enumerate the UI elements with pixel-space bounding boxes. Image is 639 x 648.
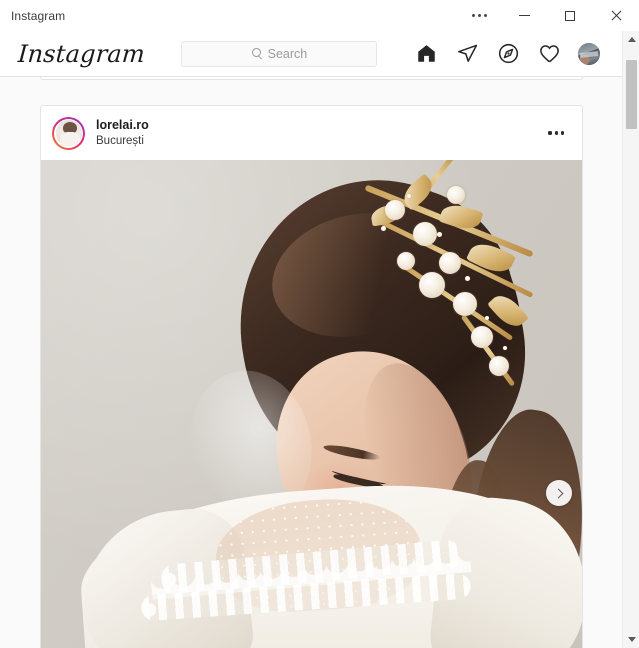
top-navigation-bar: Instagram Search xyxy=(0,31,622,77)
title-bar: Instagram xyxy=(0,0,639,31)
more-horizontal-icon xyxy=(471,14,487,17)
chevron-up-icon xyxy=(627,37,636,42)
headpiece-flower xyxy=(397,252,415,270)
post-header: lorelai.ro București xyxy=(41,106,582,160)
activity-heart-icon[interactable] xyxy=(537,42,561,66)
headpiece-flower xyxy=(419,272,445,298)
previous-post-card-edge[interactable] xyxy=(40,77,583,80)
headpiece-flower xyxy=(385,200,405,220)
window-maximize-button[interactable] xyxy=(547,0,593,31)
search-icon xyxy=(251,48,263,59)
window-more-options-button[interactable] xyxy=(457,0,501,31)
window-minimize-button[interactable] xyxy=(501,0,547,31)
avatar-dress xyxy=(59,132,80,146)
home-icon[interactable] xyxy=(414,42,438,66)
vertical-scrollbar[interactable] xyxy=(622,31,639,648)
post-location[interactable]: București xyxy=(96,134,149,149)
minimize-icon xyxy=(518,15,530,16)
direct-messages-icon[interactable] xyxy=(455,42,479,66)
scrollbar-thumb[interactable] xyxy=(626,60,637,129)
headpiece-flower xyxy=(413,222,437,246)
headpiece-flower xyxy=(489,356,509,376)
story-ring-inner xyxy=(54,118,83,148)
search-placeholder: Search xyxy=(267,46,308,61)
headpiece-flower xyxy=(471,326,493,348)
headpiece-flower xyxy=(453,292,477,316)
scroll-up-button[interactable] xyxy=(623,31,639,48)
close-icon xyxy=(610,10,622,22)
nav-icon-group xyxy=(414,42,600,66)
window-title: Instagram xyxy=(11,8,66,23)
window-close-button[interactable] xyxy=(593,0,639,31)
instagram-desktop-window: Instagram Instagram Search lorelai.ro Bu… xyxy=(0,0,639,648)
search-input[interactable]: Search xyxy=(181,40,378,67)
carousel-next-button[interactable] xyxy=(546,480,572,506)
search-area: Search xyxy=(145,40,414,67)
post-card: lorelai.ro București xyxy=(40,105,583,648)
headpiece-pearl xyxy=(407,194,411,198)
headpiece-flower xyxy=(447,186,465,204)
post-more-options-button[interactable] xyxy=(542,127,570,138)
headpiece-pearl xyxy=(485,316,489,320)
profile-avatar[interactable] xyxy=(578,42,600,65)
headpiece-pearl xyxy=(503,346,507,350)
chevron-right-icon xyxy=(553,488,563,498)
headpiece-pearl xyxy=(381,226,386,231)
scroll-down-button[interactable] xyxy=(623,631,639,648)
explore-icon[interactable] xyxy=(496,42,520,66)
instagram-logo[interactable]: Instagram xyxy=(17,40,146,68)
post-username[interactable]: lorelai.ro xyxy=(96,118,149,133)
maximize-icon xyxy=(565,10,575,21)
post-author-avatar[interactable] xyxy=(55,120,82,146)
chevron-down-icon xyxy=(627,637,636,642)
story-ring[interactable] xyxy=(52,116,85,150)
feed-scroll-area[interactable]: lorelai.ro București xyxy=(0,77,622,648)
headpiece-pearl xyxy=(437,232,442,237)
post-media[interactable] xyxy=(41,160,582,648)
post-author-meta: lorelai.ro București xyxy=(96,118,149,149)
headpiece-pearl xyxy=(465,276,470,281)
headpiece-flower xyxy=(439,252,461,274)
